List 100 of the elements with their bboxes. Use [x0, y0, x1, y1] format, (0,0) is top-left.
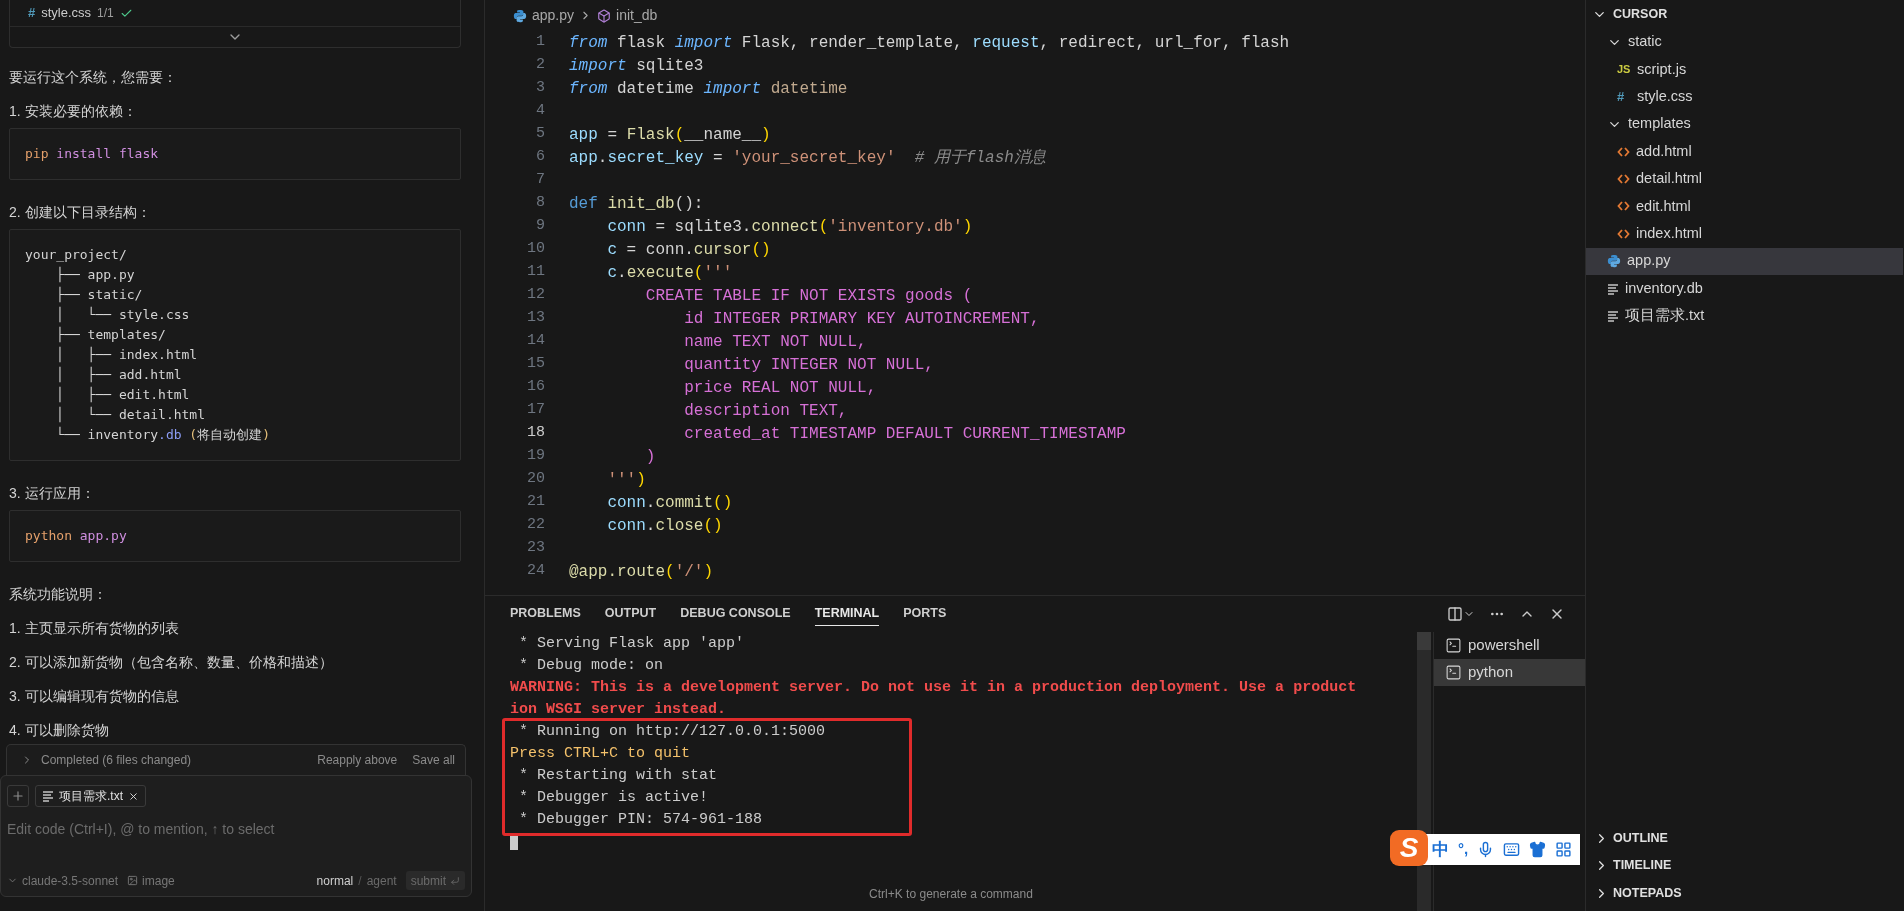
code-file-icon	[1617, 173, 1630, 186]
section-header[interactable]: TIMELINE	[1594, 852, 1672, 880]
keyboard-icon[interactable]	[1503, 841, 1521, 858]
file-item[interactable]: detail.html	[1586, 165, 1903, 193]
code-line: │ └── style.css	[55, 305, 190, 324]
panel-tab[interactable]: TERMINAL	[814, 602, 880, 626]
chip-label: 项目需求.txt	[59, 788, 123, 805]
line-number: 6	[535, 147, 545, 168]
split-icon[interactable]	[1447, 606, 1463, 622]
model-selector[interactable]: claude-3.5-sonnet	[22, 871, 119, 890]
code-line: @app.route('/')	[569, 561, 714, 583]
panel-tab[interactable]: PORTS	[903, 602, 947, 626]
code-line: python app.py	[25, 527, 127, 545]
terminal-line: * Debugger is active!	[518, 788, 709, 808]
input-field[interactable]: Edit code (Ctrl+I), @ to mention, ↑ to select	[7, 819, 447, 840]
code-line: quantity INTEGER NOT NULL,	[683, 354, 934, 376]
line-number: 10	[526, 239, 545, 260]
terminal-line: * Debug mode: on	[518, 656, 664, 676]
chat-text: 1. 安装必要的依赖：	[9, 102, 137, 121]
line-number: 2	[535, 55, 545, 76]
file-item[interactable]: add.html	[1586, 137, 1903, 166]
image-icon[interactable]	[127, 875, 139, 886]
action-link[interactable]: Reapply above	[317, 751, 398, 769]
file-item[interactable]: JS script.js	[1586, 55, 1903, 84]
folder-item[interactable]: CURSOR	[1586, 1, 1903, 29]
code-line: └── inventory.db (将自动创建)	[55, 426, 271, 444]
chat-text: 4. 可以删除货物	[9, 721, 109, 740]
code-file-icon	[1617, 200, 1630, 213]
line-number: 5	[535, 124, 545, 145]
shirt-icon[interactable]	[1529, 841, 1547, 858]
line-number: 23	[526, 538, 545, 559]
file-item[interactable]: app.py	[1586, 247, 1903, 275]
panel-tab[interactable]: OUTPUT	[604, 602, 657, 626]
code-line: id INTEGER PRIMARY KEY AUTOINCREMENT,	[683, 308, 1040, 330]
action-link[interactable]: Save all	[412, 751, 455, 769]
code-line: conn.commit()	[606, 492, 733, 514]
file-item[interactable]: # style.css	[1586, 83, 1903, 111]
chat-text: 2. 创建以下目录结构：	[9, 203, 151, 222]
breadcrumb-item[interactable]: app.py	[532, 5, 575, 26]
file-item[interactable]: index.html	[1586, 220, 1903, 248]
python-file-icon	[513, 8, 527, 23]
file-item[interactable]: edit.html	[1586, 192, 1903, 221]
folder-item[interactable]: templates	[1586, 110, 1903, 138]
chat-text: 3. 可以编辑现有货物的信息	[9, 687, 179, 706]
chat-text: 要运行这个系统，您需要：	[9, 68, 177, 87]
text-file-icon	[1607, 310, 1619, 322]
line-number: 9	[535, 216, 545, 237]
add-button[interactable]	[7, 785, 29, 807]
file-item[interactable]: 项目需求.txt	[1586, 302, 1903, 330]
text-file-icon	[42, 790, 54, 802]
file-card[interactable]: # style.css 1/1	[9, 0, 461, 48]
text-file-icon	[1607, 282, 1619, 295]
plus-icon	[11, 789, 25, 803]
code-line: conn = sqlite3.connect('inventory.db')	[606, 216, 973, 238]
code-line: ''')	[606, 469, 646, 491]
code-line: ├── app.py	[55, 266, 135, 284]
scrollbar-thumb[interactable]	[1417, 632, 1431, 650]
line-number: 11	[526, 262, 545, 283]
breadcrumb-item[interactable]: init_db	[616, 5, 658, 26]
mode-option[interactable]: normal	[316, 871, 354, 890]
terminal-line: Press CTRL+C to quit	[510, 744, 691, 764]
section-header[interactable]: OUTLINE	[1594, 824, 1668, 852]
line-number: 14	[526, 331, 545, 352]
code-file-icon	[1617, 227, 1630, 240]
file-item[interactable]: inventory.db	[1586, 274, 1903, 303]
code-line: from flask import Flask, render_template, request, redirect, url_for, flash	[569, 32, 1290, 54]
css-file-icon: #	[1617, 87, 1631, 107]
code-line: description TEXT,	[683, 400, 848, 422]
line-number: 13	[526, 308, 545, 329]
context-chip[interactable]: 项目需求.txt	[35, 785, 146, 807]
line-number: 7	[535, 170, 545, 191]
code-line: )	[644, 446, 656, 468]
image-button[interactable]: image	[142, 871, 175, 890]
punctuation-mode[interactable]: °,	[1458, 838, 1469, 861]
close-icon[interactable]	[128, 790, 139, 802]
terminal-line: * Restarting with stat	[518, 766, 718, 786]
terminal-session[interactable]: powershell	[1434, 632, 1585, 659]
terminal-session[interactable]: python	[1434, 659, 1585, 686]
panel-tab[interactable]: DEBUG CONSOLE	[680, 602, 791, 626]
panel-tab[interactable]: PROBLEMS	[510, 602, 581, 626]
line-number: 19	[526, 446, 545, 467]
terminal-line: WARNING: This is a development server. Do not use it in a production deployment. Use a product	[510, 678, 1357, 698]
line-number: 4	[535, 101, 545, 122]
section-header[interactable]: NOTEPADS	[1594, 879, 1682, 907]
line-number: 17	[526, 400, 545, 421]
code-line: app.secret_key = 'your_secret_key' # 用于flash消息	[569, 147, 1046, 169]
code-line: CREATE TABLE IF NOT EXISTS goods (	[644, 285, 973, 307]
code-line: c.execute('''	[606, 262, 733, 284]
enter-icon	[450, 875, 460, 886]
input-mode[interactable]: 中	[1432, 836, 1449, 863]
grid-icon[interactable]	[1555, 841, 1573, 858]
css-file-icon: #	[28, 3, 36, 23]
code-line: c = conn.cursor()	[606, 239, 771, 261]
code-line: def init_db():	[569, 193, 704, 215]
code-line: pip install flask	[25, 145, 159, 163]
folder-item[interactable]: static	[1586, 28, 1903, 56]
chat-text: 3. 运行应用：	[9, 484, 95, 503]
terminal-icon	[1445, 637, 1462, 654]
code-line: ├── static/	[55, 286, 143, 304]
change-count: 1/1	[97, 5, 114, 22]
